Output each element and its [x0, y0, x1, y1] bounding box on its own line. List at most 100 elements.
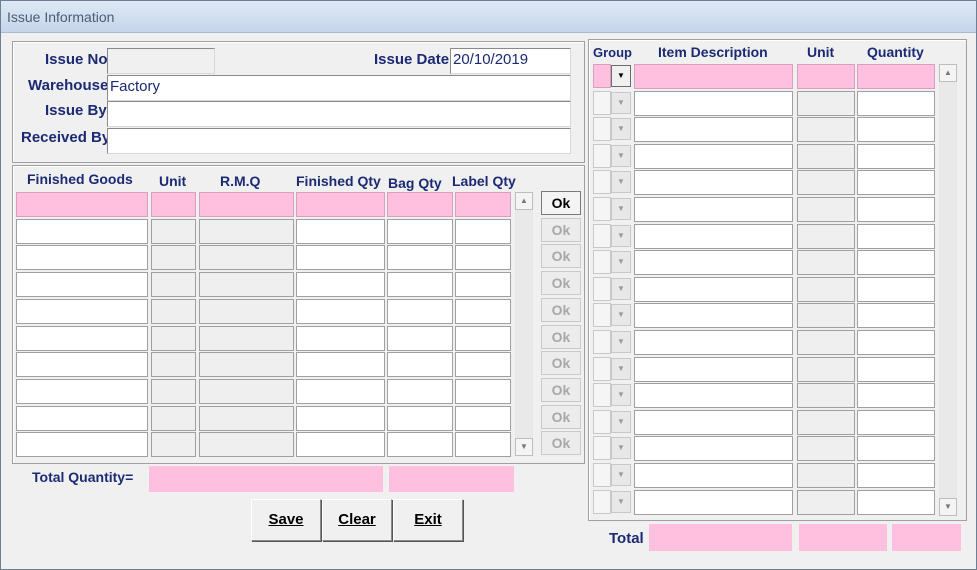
group-cell[interactable]	[593, 90, 611, 115]
label-qty-cell[interactable]	[455, 245, 511, 271]
group-cell[interactable]	[593, 170, 611, 195]
scroll-up-icon[interactable]: ▲	[515, 192, 533, 210]
dropdown-arrow-icon[interactable]: ▼	[611, 357, 631, 380]
group-cell[interactable]	[593, 330, 611, 354]
item-quantity-cell[interactable]	[857, 463, 935, 488]
finished-goods-cell[interactable]	[16, 245, 148, 271]
item-description-cell[interactable]	[634, 436, 793, 462]
item-description-cell[interactable]	[634, 409, 793, 435]
item-quantity-cell[interactable]	[857, 223, 935, 249]
label-qty-cell[interactable]	[455, 378, 511, 404]
group-cell[interactable]	[593, 463, 611, 487]
issue-by-field[interactable]	[107, 101, 571, 127]
bag-qty-cell[interactable]	[387, 432, 453, 458]
bag-qty-cell[interactable]	[387, 325, 453, 351]
finished-qty-cell[interactable]	[296, 405, 385, 431]
group-cell[interactable]	[593, 383, 611, 408]
bag-qty-cell[interactable]	[387, 192, 453, 217]
item-quantity-cell[interactable]	[857, 117, 935, 143]
finished-goods-cell[interactable]	[16, 192, 148, 217]
ok-button[interactable]: Ok	[541, 351, 581, 376]
ok-button[interactable]: Ok	[541, 404, 581, 429]
dropdown-arrow-icon[interactable]: ▼	[611, 277, 631, 300]
dropdown-arrow-icon[interactable]: ▼	[611, 304, 631, 327]
item-quantity-cell[interactable]	[857, 197, 935, 222]
dropdown-arrow-icon[interactable]: ▼	[611, 410, 631, 433]
finished-goods-cell[interactable]	[16, 325, 148, 351]
group-cell[interactable]	[593, 409, 611, 434]
dropdown-arrow-icon[interactable]: ▼	[611, 464, 631, 486]
label-qty-cell[interactable]	[455, 325, 511, 351]
received-by-field[interactable]	[107, 128, 571, 154]
group-cell[interactable]	[593, 276, 611, 301]
label-qty-cell[interactable]	[455, 432, 511, 458]
label-qty-cell[interactable]	[455, 218, 511, 244]
dropdown-arrow-icon[interactable]: ▼	[611, 490, 631, 513]
exit-button[interactable]: Exit	[393, 499, 463, 541]
item-description-cell[interactable]	[634, 143, 793, 169]
finished-goods-cell[interactable]	[16, 298, 148, 324]
label-qty-cell[interactable]	[455, 352, 511, 378]
ok-button[interactable]: Ok	[541, 271, 581, 296]
item-quantity-cell[interactable]	[857, 383, 935, 409]
item-quantity-cell[interactable]	[857, 90, 935, 116]
item-quantity-cell[interactable]	[857, 276, 935, 302]
bag-qty-cell[interactable]	[387, 352, 453, 378]
item-description-cell[interactable]	[634, 197, 793, 222]
ok-button[interactable]: Ok	[541, 191, 581, 215]
bag-qty-cell[interactable]	[387, 218, 453, 244]
ok-button[interactable]: Ok	[541, 431, 581, 456]
ok-button[interactable]: Ok	[541, 297, 581, 322]
item-description-cell[interactable]	[634, 489, 793, 515]
clear-button[interactable]: Clear	[322, 499, 392, 541]
group-cell[interactable]	[593, 436, 611, 461]
item-description-cell[interactable]	[634, 276, 793, 302]
dropdown-arrow-icon[interactable]: ▼	[611, 171, 631, 194]
item-description-cell[interactable]	[634, 356, 793, 382]
bag-qty-cell[interactable]	[387, 272, 453, 298]
label-qty-cell[interactable]	[455, 405, 511, 431]
finished-qty-cell[interactable]	[296, 378, 385, 404]
scroll-down-icon[interactable]: ▼	[515, 438, 533, 456]
finished-qty-cell[interactable]	[296, 218, 385, 244]
group-cell[interactable]	[593, 143, 611, 168]
item-description-cell[interactable]	[634, 223, 793, 249]
finished-qty-cell[interactable]	[296, 298, 385, 324]
issue-date-field[interactable]: 20/10/2019	[450, 48, 571, 74]
finished-qty-cell[interactable]	[296, 192, 385, 217]
bag-qty-cell[interactable]	[387, 298, 453, 324]
label-qty-cell[interactable]	[455, 272, 511, 298]
group-cell[interactable]	[593, 64, 611, 88]
dropdown-arrow-icon[interactable]: ▼	[611, 331, 631, 353]
finished-goods-scrollbar[interactable]: ▲ ▼	[515, 192, 533, 456]
item-description-cell[interactable]	[634, 250, 793, 276]
finished-goods-cell[interactable]	[16, 272, 148, 298]
finished-qty-cell[interactable]	[296, 352, 385, 378]
item-description-cell[interactable]	[634, 64, 793, 89]
bag-qty-cell[interactable]	[387, 405, 453, 431]
item-quantity-cell[interactable]	[857, 250, 935, 276]
ok-button[interactable]: Ok	[541, 217, 581, 242]
finished-goods-cell[interactable]	[16, 218, 148, 244]
finished-qty-cell[interactable]	[296, 245, 385, 271]
finished-goods-cell[interactable]	[16, 405, 148, 431]
item-quantity-cell[interactable]	[857, 303, 935, 329]
dropdown-arrow-icon[interactable]: ▼	[611, 224, 631, 247]
bag-qty-cell[interactable]	[387, 378, 453, 404]
scroll-up-icon[interactable]: ▲	[939, 64, 957, 82]
group-cell[interactable]	[593, 117, 611, 142]
dropdown-arrow-icon[interactable]: ▼	[611, 65, 631, 87]
item-quantity-cell[interactable]	[857, 409, 935, 435]
group-cell[interactable]	[593, 303, 611, 328]
label-qty-cell[interactable]	[455, 298, 511, 324]
item-quantity-cell[interactable]	[857, 489, 935, 515]
dropdown-arrow-icon[interactable]: ▼	[611, 144, 631, 167]
warehouse-field[interactable]: Factory	[107, 75, 571, 101]
group-cell[interactable]	[593, 197, 611, 221]
item-quantity-cell[interactable]	[857, 64, 935, 89]
item-description-cell[interactable]	[634, 170, 793, 196]
save-button[interactable]: Save	[251, 499, 321, 541]
item-description-cell[interactable]	[634, 303, 793, 329]
dropdown-arrow-icon[interactable]: ▼	[611, 251, 631, 274]
label-qty-cell[interactable]	[455, 192, 511, 217]
